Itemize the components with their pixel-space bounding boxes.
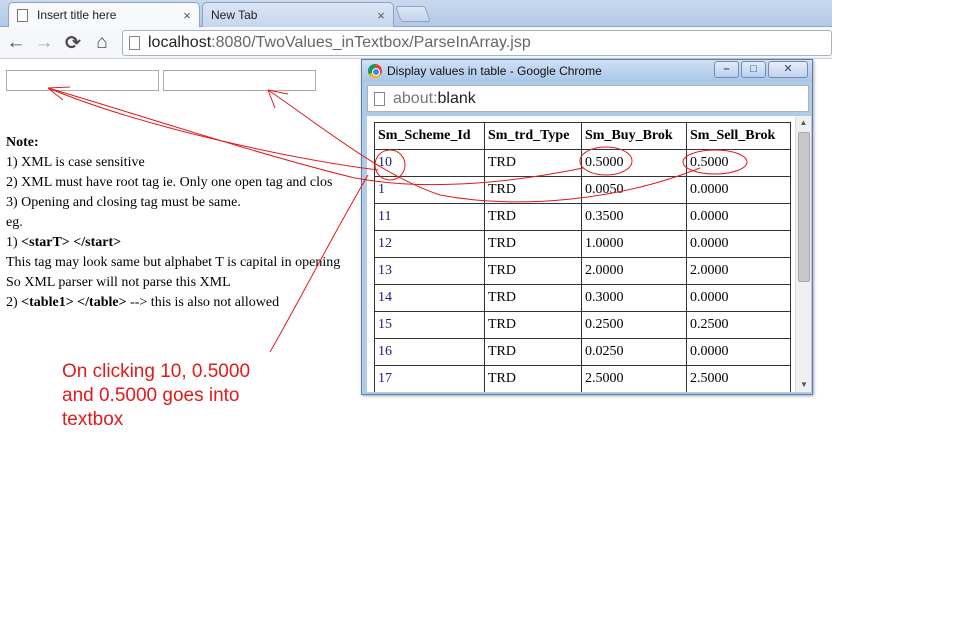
table-cell: TRD bbox=[484, 338, 582, 366]
toolbar: ← → ⟳ ⌂ localhost:8080/TwoValues_inTextb… bbox=[0, 27, 832, 59]
table-cell: 2.0000 bbox=[686, 257, 791, 285]
scheme-id-link[interactable]: 10 bbox=[374, 149, 485, 177]
table-cell: 0.2500 bbox=[581, 311, 687, 339]
minimize-button[interactable]: – bbox=[714, 61, 739, 78]
close-button[interactable]: ✕ bbox=[768, 61, 808, 78]
table-cell: 0.5000 bbox=[581, 149, 687, 177]
scheme-id-link[interactable]: 17 bbox=[374, 365, 485, 392]
page-icon bbox=[17, 8, 28, 22]
scheme-id-link[interactable]: 11 bbox=[374, 203, 485, 231]
table-cell: 0.0050 bbox=[581, 176, 687, 204]
scheme-id-textbox[interactable] bbox=[6, 70, 159, 91]
tab-title: Insert title here bbox=[37, 8, 117, 22]
note-line: This tag may look same but alphabet T is… bbox=[6, 255, 341, 270]
table-body: 10 TRD 0.5000 0.5000 1 TRD 0.0050 0.0000 11 TRD 0.… bbox=[374, 149, 791, 392]
table-cell: 2.5000 bbox=[686, 365, 791, 392]
scheme-id-link[interactable]: 16 bbox=[374, 338, 485, 366]
table-row[interactable]: 14 TRD 0.3000 0.0000 bbox=[374, 284, 791, 312]
table-cell: TRD bbox=[484, 257, 582, 285]
table-cell: TRD bbox=[484, 284, 582, 312]
notes-section: Note: 1) XML is case sensitive 2) XML mu… bbox=[6, 133, 366, 313]
table-row[interactable]: 17 TRD 2.5000 2.5000 bbox=[374, 365, 791, 392]
tab-insert-title[interactable]: Insert title here × bbox=[8, 2, 200, 27]
table-cell: TRD bbox=[484, 365, 582, 392]
page-icon bbox=[129, 36, 140, 50]
table-cell: 0.0000 bbox=[686, 230, 791, 258]
close-icon[interactable]: × bbox=[373, 8, 389, 23]
url-path: :8080/TwoValues_inTextbox/ParseInArray.j… bbox=[211, 34, 531, 51]
scheme-id-link[interactable]: 12 bbox=[374, 230, 485, 258]
table-cell: 0.0000 bbox=[686, 284, 791, 312]
vertical-scrollbar[interactable]: ▲ ▼ bbox=[795, 116, 811, 392]
scroll-thumb[interactable] bbox=[798, 132, 810, 282]
table-cell: 2.5000 bbox=[581, 365, 687, 392]
table-cell: TRD bbox=[484, 149, 582, 177]
note-line: eg. bbox=[6, 215, 23, 230]
home-icon[interactable]: ⌂ bbox=[90, 31, 114, 55]
scheme-id-link[interactable]: 13 bbox=[374, 257, 485, 285]
popup-titlebar[interactable]: Display values in table - Google Chrome … bbox=[362, 60, 812, 82]
forward-icon[interactable]: → bbox=[32, 31, 56, 55]
reload-icon[interactable]: ⟳ bbox=[61, 31, 85, 55]
new-tab-button[interactable] bbox=[395, 6, 431, 22]
note-line: So XML parser will not parse this XML bbox=[6, 275, 231, 290]
tab-new-tab[interactable]: New Tab × bbox=[202, 2, 394, 27]
note-line: 1) XML is case sensitive bbox=[6, 155, 145, 170]
close-icon[interactable]: × bbox=[179, 8, 195, 23]
note-line: 2) XML must have root tag ie. Only one o… bbox=[6, 175, 333, 190]
table-cell: TRD bbox=[484, 230, 582, 258]
table-row[interactable]: 12 TRD 1.0000 0.0000 bbox=[374, 230, 791, 258]
table-cell: 1.0000 bbox=[581, 230, 687, 258]
popup-address-bar[interactable]: about: blank bbox=[367, 85, 809, 112]
back-icon[interactable]: ← bbox=[4, 31, 28, 55]
scheme-id-link[interactable]: 1 bbox=[374, 176, 485, 204]
table-cell: 0.0000 bbox=[686, 338, 791, 366]
table-row[interactable]: 11 TRD 0.3500 0.0000 bbox=[374, 203, 791, 231]
tab-title: New Tab bbox=[211, 8, 258, 22]
note-line: 2) <table1> </table> --> this is also no… bbox=[6, 295, 280, 310]
table-row[interactable]: 1 TRD 0.0050 0.0000 bbox=[374, 176, 791, 204]
chrome-logo-icon bbox=[368, 64, 382, 78]
column-header: Sm_Sell_Brok bbox=[686, 122, 791, 150]
maximize-button[interactable]: □ bbox=[741, 61, 766, 78]
popup-window: Display values in table - Google Chrome … bbox=[361, 59, 813, 395]
tab-strip: Insert title here × New Tab × bbox=[0, 0, 832, 27]
table-cell: 0.2500 bbox=[686, 311, 791, 339]
column-header: Sm_Scheme_Id bbox=[374, 122, 485, 150]
page-icon bbox=[374, 91, 385, 106]
address-bar[interactable]: localhost:8080/TwoValues_inTextbox/Parse… bbox=[122, 30, 832, 56]
scroll-down-icon[interactable]: ▼ bbox=[796, 378, 811, 392]
popup-body: Sm_Scheme_Id Sm_trd_Type Sm_Buy_Brok Sm_… bbox=[367, 116, 811, 392]
table-cell: 0.3500 bbox=[581, 203, 687, 231]
table-cell: 0.0000 bbox=[686, 203, 791, 231]
brok-textbox[interactable] bbox=[163, 70, 316, 91]
table-cell: 0.3000 bbox=[581, 284, 687, 312]
table-row[interactable]: 10 TRD 0.5000 0.5000 bbox=[374, 149, 791, 177]
table-row[interactable]: 15 TRD 0.2500 0.2500 bbox=[374, 311, 791, 339]
table-cell: TRD bbox=[484, 176, 582, 204]
table-row[interactable]: 16 TRD 0.0250 0.0000 bbox=[374, 338, 791, 366]
popup-title: Display values in table - Google Chrome bbox=[387, 64, 602, 78]
scheme-id-link[interactable]: 15 bbox=[374, 311, 485, 339]
table-cell: 0.5000 bbox=[686, 149, 791, 177]
table-row[interactable]: 13 TRD 2.0000 2.0000 bbox=[374, 257, 791, 285]
annotation-caption: On clicking 10, 0.5000 and 0.5000 goes i… bbox=[62, 361, 251, 430]
table-cell: 2.0000 bbox=[581, 257, 687, 285]
values-table: Sm_Scheme_Id Sm_trd_Type Sm_Buy_Brok Sm_… bbox=[374, 122, 791, 392]
note-line: 3) Opening and closing tag must be same. bbox=[6, 195, 241, 210]
table-cell: 0.0250 bbox=[581, 338, 687, 366]
url-host: localhost bbox=[148, 34, 212, 51]
column-header: Sm_Buy_Brok bbox=[581, 122, 687, 150]
table-cell: 0.0000 bbox=[686, 176, 791, 204]
table-cell: TRD bbox=[484, 311, 582, 339]
column-header: Sm_trd_Type bbox=[484, 122, 582, 150]
note-title: Note: bbox=[6, 135, 39, 150]
note-line: 1) <starT> </start> bbox=[6, 235, 122, 250]
window-controls: – □ ✕ bbox=[712, 61, 808, 78]
table-cell: TRD bbox=[484, 203, 582, 231]
scheme-id-link[interactable]: 14 bbox=[374, 284, 485, 312]
scroll-up-icon[interactable]: ▲ bbox=[796, 116, 811, 130]
table-header-row: Sm_Scheme_Id Sm_trd_Type Sm_Buy_Brok Sm_… bbox=[374, 122, 791, 150]
